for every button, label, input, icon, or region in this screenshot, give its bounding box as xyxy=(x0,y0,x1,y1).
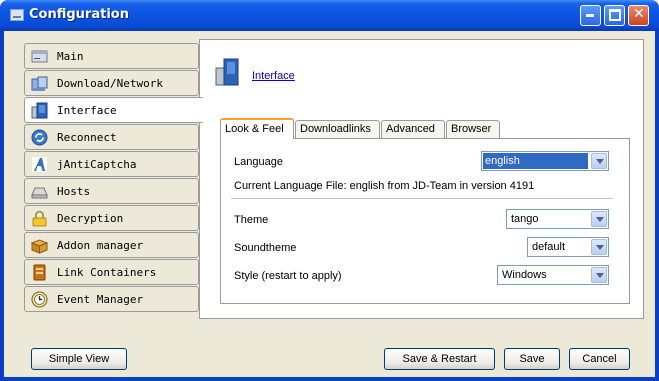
sidebar-item-label: Interface xyxy=(57,104,117,117)
sidebar-item-label: Addon manager xyxy=(57,239,144,252)
sidebar-item-label: Event Manager xyxy=(57,293,144,306)
save-and-restart-button[interactable]: Save & Restart xyxy=(384,348,495,370)
sidebar-item-label: jAntiCaptcha xyxy=(57,158,137,171)
window-client-area: Main Download/Network Interface Reconnec… xyxy=(4,31,655,377)
current-language-file-text: Current Language File: english from JD-T… xyxy=(234,180,535,192)
maximize-button[interactable] xyxy=(604,5,625,26)
configuration-window: Configuration ✕ Main Download/Network In… xyxy=(0,0,659,381)
soundtheme-value: default xyxy=(532,241,566,253)
chevron-down-icon[interactable] xyxy=(591,211,607,227)
style-select[interactable]: Windows xyxy=(497,265,609,285)
theme-label: Theme xyxy=(234,214,269,226)
sidebar-item-janticaptcha[interactable]: jAntiCaptcha xyxy=(24,151,199,177)
config-sidebar: Main Download/Network Interface Reconnec… xyxy=(24,43,204,314)
close-icon: ✕ xyxy=(633,6,645,22)
language-value: english xyxy=(483,153,588,169)
sidebar-item-hosts[interactable]: Hosts xyxy=(24,178,199,204)
style-value: Windows xyxy=(502,269,547,281)
theme-value: tango xyxy=(511,213,539,225)
close-button[interactable]: ✕ xyxy=(628,5,649,26)
sidebar-item-label: Main xyxy=(57,50,84,63)
chevron-down-icon[interactable] xyxy=(591,267,607,283)
interface-header-icon xyxy=(215,58,239,86)
tab-look-and-feel[interactable]: Look & Feel xyxy=(220,118,294,139)
event-manager-icon xyxy=(31,291,48,308)
addon-box-icon xyxy=(31,239,48,254)
link-container-icon xyxy=(33,264,46,281)
language-label: Language xyxy=(234,156,283,168)
sidebar-item-label: Link Containers xyxy=(57,266,157,279)
anticaptcha-icon xyxy=(32,157,47,172)
hosts-icon xyxy=(31,187,48,199)
sidebar-item-decryption[interactable]: Decryption xyxy=(24,205,199,231)
sidebar-item-link-containers[interactable]: Link Containers xyxy=(24,259,199,285)
sidebar-item-label: Decryption xyxy=(57,212,124,225)
reconnect-icon xyxy=(31,129,48,146)
main-icon xyxy=(31,50,48,63)
minimize-button[interactable] xyxy=(580,5,601,26)
tab-downloadlinks[interactable]: Downloadlinks xyxy=(295,120,380,138)
theme-select[interactable]: tango xyxy=(506,209,609,229)
divider xyxy=(231,198,613,199)
decryption-lock-icon xyxy=(32,210,47,227)
sidebar-item-event-manager[interactable]: Event Manager xyxy=(24,286,199,312)
sidebar-item-interface[interactable]: Interface xyxy=(24,97,204,123)
download-network-icon xyxy=(31,76,48,91)
sidebar-item-label: Hosts xyxy=(57,185,91,198)
look-and-feel-panel: Language english Current Language File: … xyxy=(220,138,630,304)
style-label: Style (restart to apply) xyxy=(234,270,342,282)
maximize-icon xyxy=(609,9,621,21)
language-select[interactable]: english xyxy=(481,151,609,171)
tab-advanced[interactable]: Advanced xyxy=(381,120,445,138)
interface-header-link[interactable]: Interface xyxy=(252,70,295,82)
chevron-down-icon[interactable] xyxy=(591,239,607,255)
soundtheme-label: Soundtheme xyxy=(234,242,297,254)
sidebar-item-label: Download/Network xyxy=(57,77,163,90)
interface-icon xyxy=(31,102,48,119)
cancel-button[interactable]: Cancel xyxy=(569,348,630,370)
minimize-icon xyxy=(586,14,594,17)
soundtheme-select[interactable]: default xyxy=(527,237,609,257)
sidebar-item-label: Reconnect xyxy=(57,131,117,144)
sidebar-item-main[interactable]: Main xyxy=(24,43,199,69)
title-bar[interactable]: Configuration ✕ xyxy=(0,0,659,31)
sidebar-item-reconnect[interactable]: Reconnect xyxy=(24,124,199,150)
window-title: Configuration xyxy=(29,7,129,22)
interface-settings-panel: Interface Look & Feel Downloadlinks Adva… xyxy=(199,39,644,319)
chevron-down-icon[interactable] xyxy=(591,153,607,169)
sidebar-item-addon-manager[interactable]: Addon manager xyxy=(24,232,199,258)
save-button[interactable]: Save xyxy=(504,348,560,370)
tab-browser[interactable]: Browser xyxy=(446,120,500,138)
window-app-icon xyxy=(10,9,24,21)
sidebar-item-download-network[interactable]: Download/Network xyxy=(24,70,199,96)
simple-view-button[interactable]: Simple View xyxy=(31,348,127,370)
